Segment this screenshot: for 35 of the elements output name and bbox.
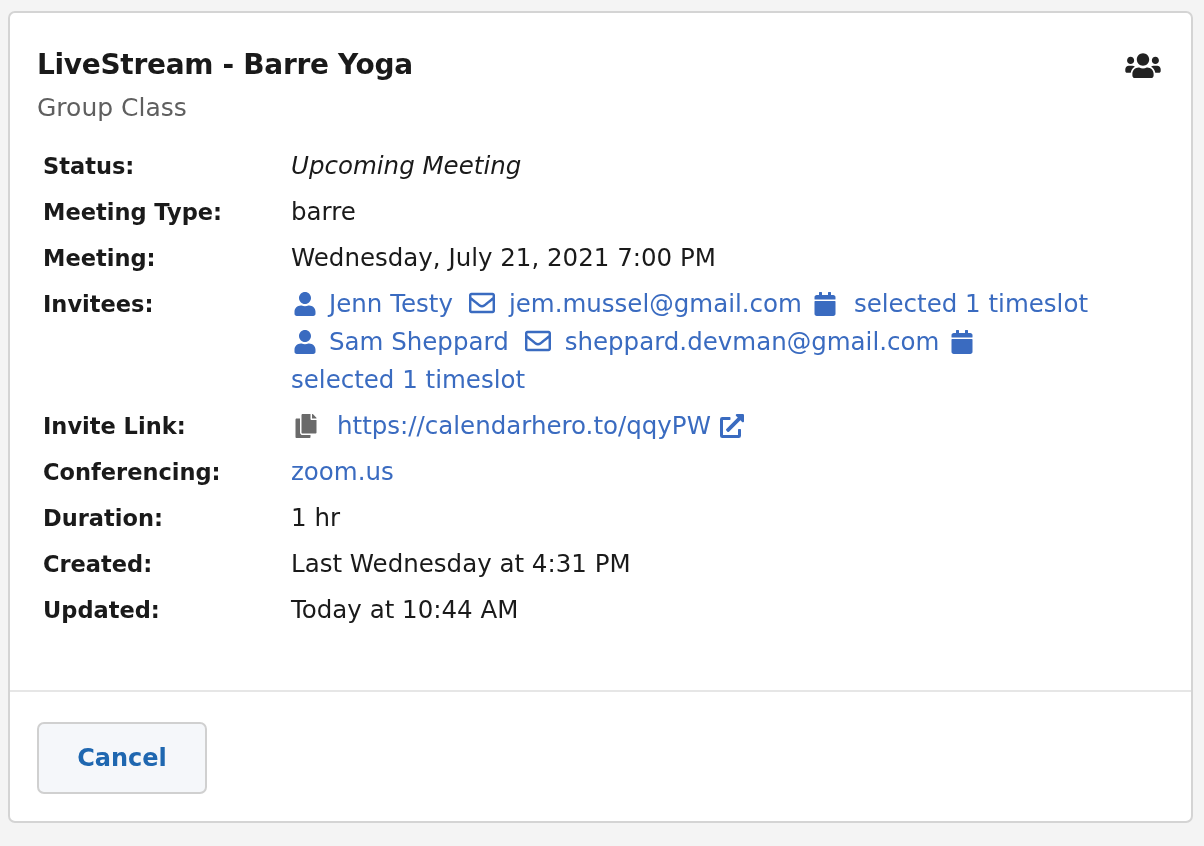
copy-icon[interactable] bbox=[293, 414, 319, 438]
detail-label: Meeting Type: bbox=[43, 198, 224, 227]
calendar-icon bbox=[951, 330, 974, 354]
detail-label: Meeting: bbox=[43, 244, 157, 273]
group-icon bbox=[1125, 53, 1161, 79]
detail-label: Duration: bbox=[43, 504, 164, 533]
person-icon bbox=[293, 292, 317, 316]
detail-value: Wednesday, July 21, 2021 7:00 PM bbox=[291, 243, 716, 272]
detail-value: Today at 10:44 AM bbox=[291, 595, 519, 624]
status-value: Upcoming Meeting bbox=[291, 151, 522, 180]
detail-value: 1 hr bbox=[291, 503, 340, 532]
conferencing-link[interactable]: zoom.us bbox=[291, 457, 394, 486]
envelope-icon bbox=[468, 292, 495, 314]
cancel-button[interactable]: Cancel bbox=[37, 722, 207, 794]
invitee-email-link[interactable]: jem.mussel@gmail.com bbox=[508, 289, 802, 318]
detail-label: Updated: bbox=[43, 596, 161, 625]
calendar-icon bbox=[813, 292, 836, 316]
detail-label: Status: bbox=[43, 152, 136, 181]
invitee-name-link[interactable]: Jenn Testy bbox=[329, 289, 453, 318]
invite-link[interactable]: https://calendarhero.to/qqyPW bbox=[337, 411, 711, 440]
detail-label: Created: bbox=[43, 550, 154, 579]
detail-label: Invite Link: bbox=[43, 412, 187, 441]
external-link-icon[interactable] bbox=[718, 414, 745, 438]
timeslot-link[interactable]: selected 1 timeslot bbox=[853, 285, 1088, 323]
invitee-email-link[interactable]: sheppard.devman@gmail.com bbox=[564, 327, 940, 356]
timeslot-link[interactable]: selected 1 timeslot bbox=[291, 361, 526, 399]
meeting-subtitle: Group Class bbox=[37, 92, 188, 124]
meeting-title: LiveStream - Barre Yoga bbox=[37, 47, 413, 83]
detail-label: Invitees: bbox=[43, 290, 155, 319]
envelope-icon bbox=[524, 330, 551, 352]
detail-label: Conferencing: bbox=[43, 458, 222, 487]
person-icon bbox=[293, 330, 317, 354]
invitee-name-link[interactable]: Sam Sheppard bbox=[329, 327, 509, 356]
detail-value: Last Wednesday at 4:31 PM bbox=[291, 549, 631, 578]
detail-value: barre bbox=[291, 197, 356, 226]
